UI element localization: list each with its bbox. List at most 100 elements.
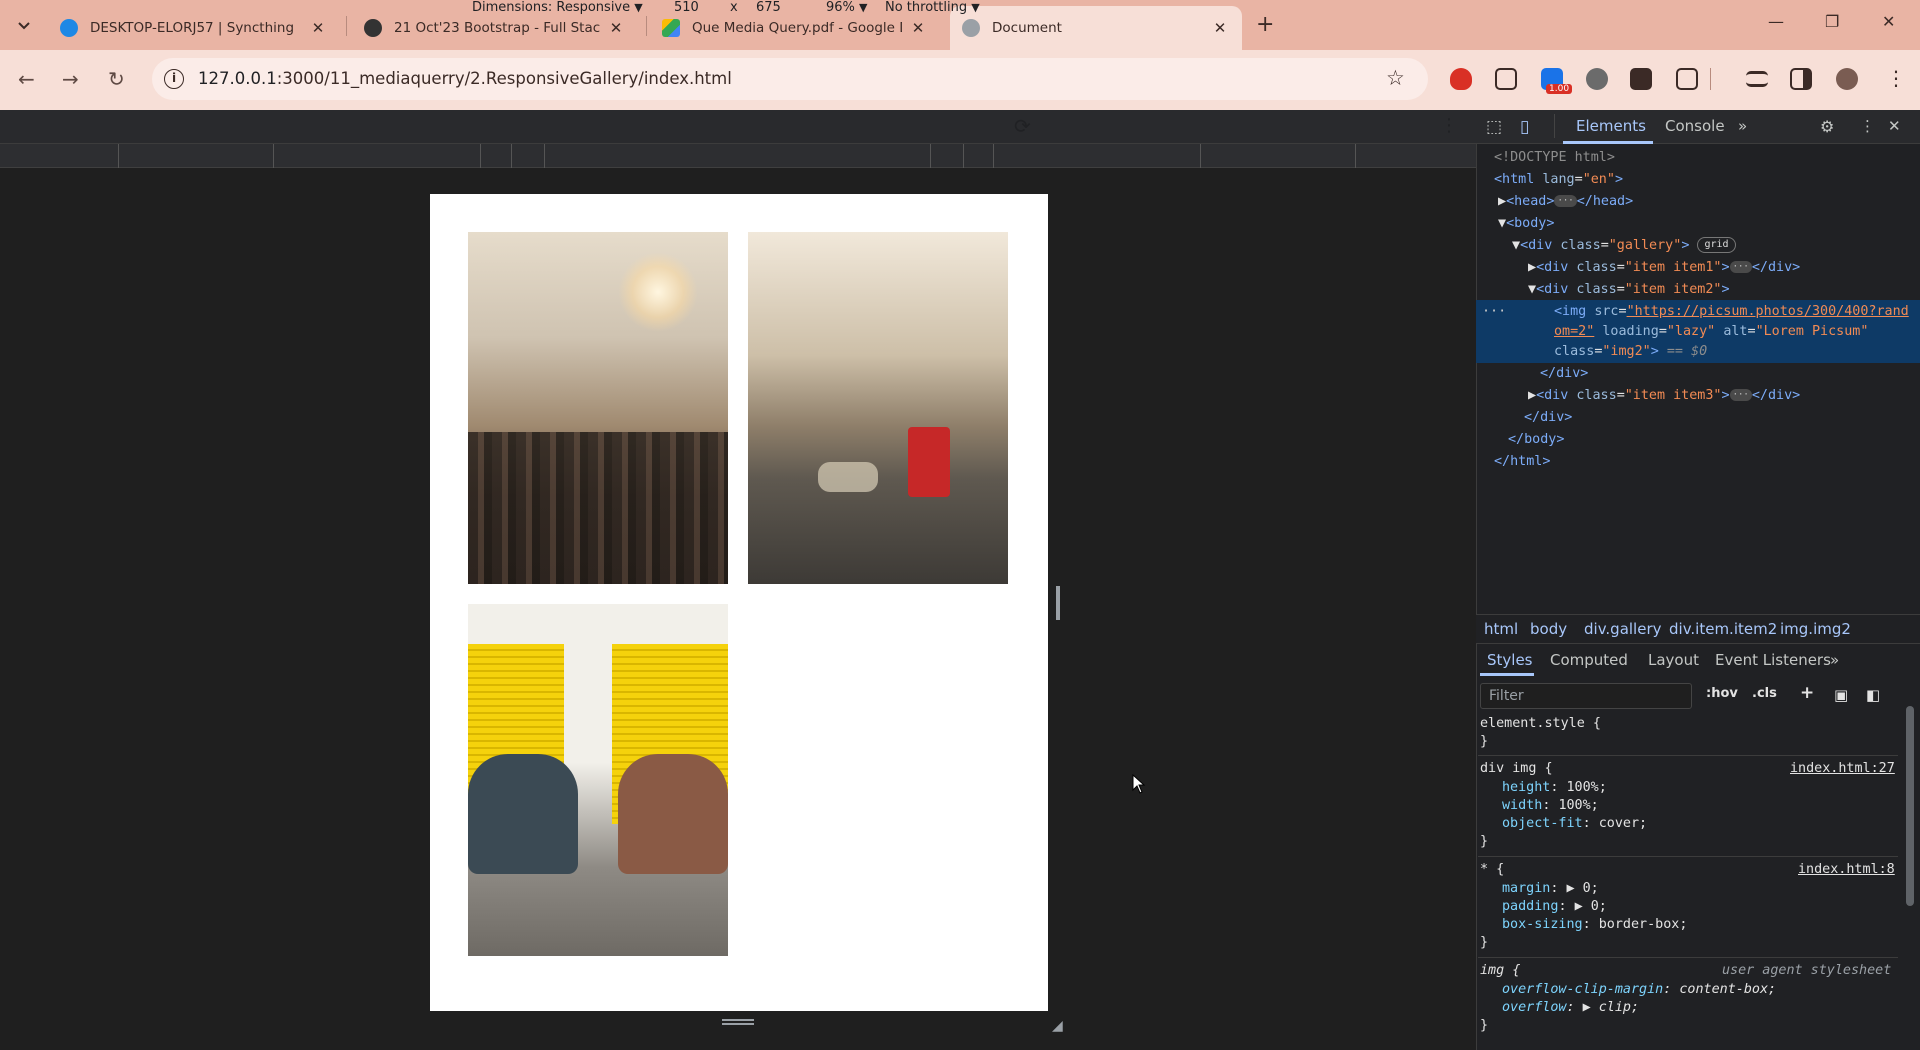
expand-arrow-icon[interactable]: ▶ xyxy=(1583,1000,1591,1015)
attr-value-link[interactable]: "https://picsum.photos/300/400?rand xyxy=(1627,304,1909,319)
dom-body[interactable]: ▼<body> xyxy=(1498,214,1554,234)
devtools-menu-icon[interactable]: ⋮ xyxy=(1860,117,1875,135)
css-property[interactable]: object-fit: cover; xyxy=(1502,816,1647,831)
tab-console[interactable]: Console xyxy=(1665,117,1725,135)
resize-handle-corner-icon[interactable]: ◢ xyxy=(1052,1018,1063,1034)
grid-badge[interactable]: grid xyxy=(1697,237,1736,253)
tab-layout[interactable]: Layout xyxy=(1648,651,1699,669)
forward-icon[interactable]: → xyxy=(62,67,79,91)
tab-syncthing[interactable]: DESKTOP-ELORJ57 | Syncthing ✕ xyxy=(48,6,340,50)
ellipsis-badge[interactable]: ··· xyxy=(1554,195,1577,207)
styles-filter-input[interactable]: Filter xyxy=(1480,683,1692,709)
bookmark-star-icon[interactable]: ☆ xyxy=(1386,66,1405,90)
close-icon[interactable]: ✕ xyxy=(1210,19,1230,37)
breadcrumb-img2[interactable]: img.img2 xyxy=(1780,620,1851,638)
new-tab-icon[interactable]: + xyxy=(1256,12,1274,37)
media-control-icon[interactable] xyxy=(1746,71,1768,87)
throttling-dropdown[interactable]: No throttling ▼ xyxy=(885,0,980,15)
breadcrumb-html[interactable]: html xyxy=(1484,620,1518,638)
dom-doctype[interactable]: <!DOCTYPE html> xyxy=(1494,148,1615,168)
site-info-icon[interactable]: i xyxy=(164,69,184,89)
breadcrumb-body[interactable]: body xyxy=(1530,620,1567,638)
extension-icon[interactable] xyxy=(1630,68,1652,90)
attr-value-link[interactable]: om=2" xyxy=(1554,324,1594,339)
dom-img-line1[interactable]: <img src="https://picsum.photos/300/400?… xyxy=(1554,302,1909,322)
dom-item2-div[interactable]: ▼<div class="item item2"> xyxy=(1528,280,1730,300)
css-property[interactable]: box-sizing: border-box; xyxy=(1502,917,1687,932)
new-rule-icon[interactable]: + xyxy=(1800,683,1814,703)
expand-arrow-icon[interactable]: ▶ xyxy=(1498,194,1506,209)
rule-selector[interactable]: img { xyxy=(1480,963,1520,978)
element-style-selector[interactable]: element.style { xyxy=(1480,716,1601,731)
rotate-icon[interactable]: ⟳ xyxy=(1014,114,1031,138)
more-subtabs-icon[interactable]: » xyxy=(1830,651,1839,669)
collapse-arrow-icon[interactable]: ▼ xyxy=(1528,282,1536,297)
close-icon[interactable]: ✕ xyxy=(606,19,626,37)
collapse-arrow-icon[interactable]: ▼ xyxy=(1512,238,1520,253)
expand-arrow-icon[interactable]: ▶ xyxy=(1575,899,1583,914)
css-property[interactable]: width: 100%; xyxy=(1502,798,1599,813)
profile-avatar[interactable] xyxy=(1836,68,1858,90)
gallery-image-street-crowd[interactable] xyxy=(468,232,728,584)
tab-event-listeners[interactable]: Event Listeners xyxy=(1715,651,1831,669)
resize-handle-right[interactable] xyxy=(1056,586,1060,620)
back-icon[interactable]: ← xyxy=(18,67,35,91)
media-query-ruler[interactable] xyxy=(0,144,1476,168)
css-property[interactable]: height: 100%; xyxy=(1502,780,1607,795)
bug-extension-icon[interactable] xyxy=(1586,68,1608,90)
expand-arrow-icon[interactable]: ▶ xyxy=(1567,881,1575,896)
dom-img-line2[interactable]: om=2" loading="lazy" alt="Lorem Picsum" xyxy=(1554,322,1868,342)
side-panel-icon[interactable] xyxy=(1790,68,1812,90)
tab-computed[interactable]: Computed xyxy=(1550,651,1628,669)
hov-toggle[interactable]: :hov xyxy=(1706,686,1738,701)
width-input[interactable]: 510 xyxy=(674,0,699,15)
rule-source-link[interactable]: index.html:27 xyxy=(1790,761,1895,776)
ellipsis-badge[interactable]: ··· xyxy=(1729,261,1752,273)
gallery-image-city-bus[interactable] xyxy=(748,232,1008,584)
height-input[interactable]: 675 xyxy=(756,0,781,15)
rule-selector[interactable]: div img { xyxy=(1480,761,1553,776)
rule-source-link[interactable]: index.html:8 xyxy=(1798,862,1895,877)
node-actions-icon[interactable]: ··· xyxy=(1482,302,1506,322)
more-tabs-icon[interactable]: » xyxy=(1738,117,1747,135)
expand-arrow-icon[interactable]: ▶ xyxy=(1528,260,1536,275)
expand-arrow-icon[interactable]: ▶ xyxy=(1528,388,1536,403)
dom-img-line3[interactable]: class="img2"> == $0 xyxy=(1554,342,1707,362)
tab-search-icon[interactable] xyxy=(10,12,38,40)
device-toggle-icon[interactable]: ▯ xyxy=(1520,117,1529,137)
ublock-extension-icon[interactable] xyxy=(1450,68,1472,90)
dom-gallery-div[interactable]: ▼<div class="gallery"> grid xyxy=(1512,236,1736,256)
paint-icon[interactable]: ▣ xyxy=(1834,686,1848,704)
collapse-arrow-icon[interactable]: ▼ xyxy=(1498,216,1506,231)
extensions-puzzle-icon[interactable] xyxy=(1676,68,1698,90)
browser-menu-icon[interactable]: ⋮ xyxy=(1886,66,1906,90)
ellipsis-badge[interactable]: ··· xyxy=(1729,389,1752,401)
css-property[interactable]: padding: ▶ 0; xyxy=(1502,899,1607,914)
zoom-dropdown[interactable]: 96% ▼ xyxy=(826,0,868,15)
reload-icon[interactable]: ↻ xyxy=(108,67,125,91)
close-icon[interactable]: ✕ xyxy=(308,19,328,37)
toggle-sidebar-icon[interactable]: ◧ xyxy=(1866,686,1880,704)
gallery-image-vintage-cars[interactable] xyxy=(468,604,728,956)
dom-html-close[interactable]: </html> xyxy=(1494,452,1550,472)
rule-selector[interactable]: * { xyxy=(1480,862,1504,877)
dom-gallery-close[interactable]: </div> xyxy=(1524,408,1572,428)
dom-item1-div[interactable]: ▶<div class="item item1"> ··· </div> xyxy=(1528,258,1800,278)
minimize-icon[interactable]: — xyxy=(1768,12,1784,31)
dom-body-close[interactable]: </body> xyxy=(1508,430,1564,450)
tab-elements[interactable]: Elements xyxy=(1576,117,1646,135)
picture-in-picture-icon[interactable] xyxy=(1495,68,1517,90)
breadcrumb-item2[interactable]: div.item.item2 xyxy=(1669,620,1777,638)
resize-handle-bottom[interactable] xyxy=(722,1019,754,1025)
tab-document[interactable]: Document ✕ xyxy=(950,6,1242,50)
devtools-close-icon[interactable]: ✕ xyxy=(1888,117,1901,135)
dom-item3-div[interactable]: ▶<div class="item item3"> ··· </div> xyxy=(1528,386,1800,406)
styles-scrollbar[interactable] xyxy=(1904,690,1916,1040)
scrollbar-thumb[interactable] xyxy=(1906,706,1914,906)
breadcrumb-gallery[interactable]: div.gallery xyxy=(1584,620,1662,638)
cls-toggle[interactable]: .cls xyxy=(1752,686,1777,701)
window-close-icon[interactable]: ✕ xyxy=(1882,12,1895,31)
css-property[interactable]: margin: ▶ 0; xyxy=(1502,881,1599,896)
dimensions-dropdown[interactable]: Dimensions: Responsive ▼ xyxy=(472,0,643,15)
tab-styles[interactable]: Styles xyxy=(1487,651,1533,669)
